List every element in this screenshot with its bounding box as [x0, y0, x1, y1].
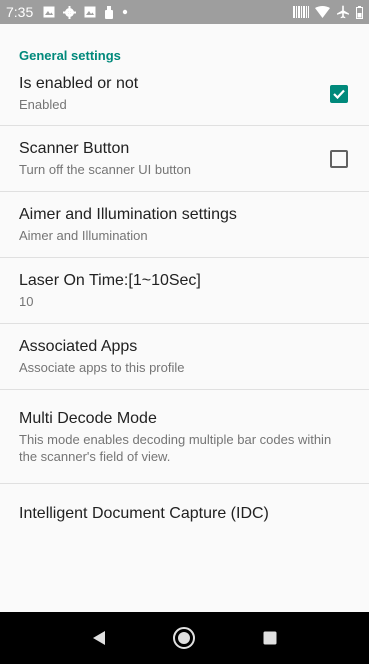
pref-summary: Associate apps to this profile	[19, 360, 185, 375]
wifi-icon	[315, 6, 330, 18]
pref-associated-apps[interactable]: Associated Apps Associate apps to this p…	[0, 324, 369, 390]
status-time: 7:35	[6, 4, 34, 20]
pref-title: Aimer and Illumination settings	[19, 206, 237, 223]
image-icon	[84, 6, 96, 18]
battery-icon	[356, 5, 363, 19]
pref-title: Associated Apps	[19, 338, 138, 355]
home-icon[interactable]	[164, 618, 204, 658]
pref-laser-on-time[interactable]: Laser On Time:[1~10Sec] 10	[0, 258, 369, 324]
pref-aimer-illumination[interactable]: Aimer and Illumination settings Aimer an…	[0, 192, 369, 258]
pref-intelligent-document-capture[interactable]: Intelligent Document Capture (IDC)	[0, 484, 369, 544]
pref-scanner-button[interactable]: Scanner Button Turn off the scanner UI b…	[0, 126, 369, 192]
pref-title: Scanner Button	[19, 140, 130, 157]
status-bar: 7:35	[0, 0, 369, 24]
usb-icon	[104, 5, 114, 19]
pref-summary: Aimer and Illumination	[19, 228, 148, 243]
pref-title: Laser On Time:[1~10Sec]	[19, 272, 201, 289]
airplane-icon	[336, 5, 350, 19]
settings-list: General settings Is enabled or not Enabl…	[0, 24, 369, 612]
pref-is-enabled[interactable]: Is enabled or not Enabled	[0, 62, 369, 126]
pref-title: Multi Decode Mode	[19, 409, 157, 427]
pref-multi-decode-mode[interactable]: Multi Decode Mode This mode enables deco…	[0, 390, 369, 484]
checkbox-unchecked[interactable]	[330, 149, 348, 168]
pref-summary: This mode enables decoding multiple bar …	[19, 431, 332, 464]
gear-icon	[63, 5, 77, 19]
dot-icon	[122, 9, 128, 15]
navigation-bar	[0, 612, 369, 664]
pref-summary: Turn off the scanner UI button	[19, 162, 191, 177]
check-icon	[333, 89, 345, 99]
section-header-general: General settings	[19, 48, 121, 63]
pref-summary: 10	[19, 294, 34, 309]
pref-title: Intelligent Document Capture (IDC)	[19, 505, 269, 522]
back-icon[interactable]	[79, 618, 119, 658]
pref-title: Is enabled or not	[19, 75, 139, 92]
recents-icon[interactable]	[250, 618, 290, 658]
image-icon	[43, 6, 55, 18]
pref-summary: Enabled	[19, 97, 67, 112]
barcode-icon	[293, 6, 309, 18]
checkbox-checked[interactable]	[330, 84, 348, 103]
